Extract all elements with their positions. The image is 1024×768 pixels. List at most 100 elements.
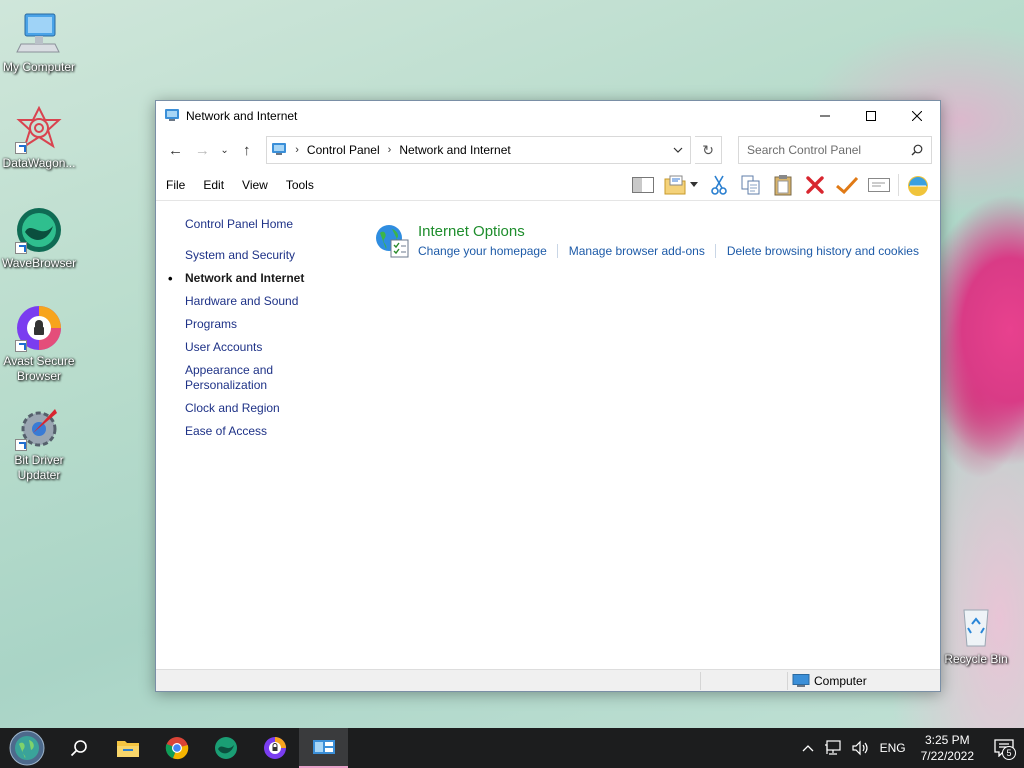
shortcut-arrow-icon [15,242,27,254]
status-divider [787,672,788,690]
status-location: Computer [792,673,867,688]
change-homepage-link[interactable]: Change your homepage [418,244,547,258]
show-hidden-icons-button[interactable] [797,744,819,752]
notifications-button[interactable]: 5 [984,728,1024,768]
taskbar: ENG 3:25 PM 7/22/2022 5 [0,728,1024,768]
menu-file[interactable]: File [166,178,185,192]
minimize-button[interactable] [802,101,848,131]
avast-secure-browser-icon [263,737,286,759]
title-bar[interactable]: Network and Internet [156,101,940,131]
cut-button[interactable] [703,171,735,199]
maximize-icon [866,111,876,121]
datawagon-icon [15,105,63,154]
properties-button[interactable] [831,171,863,199]
desktop-icon-label: Bit Driver Updater [14,453,64,482]
desktop-icon-avast[interactable]: Avast Secure Browser [0,304,78,384]
arrow-up-icon: ↑ [243,141,251,159]
taskbar-wavebrowser[interactable] [201,728,250,768]
network-tray-button[interactable] [819,740,847,756]
rename-button[interactable] [863,171,895,199]
shortcut-arrow-icon [15,142,27,154]
address-row: ← → ⌄ ↑ › Control Panel › Network and In… [156,131,940,169]
menu-tools[interactable]: Tools [286,178,314,192]
menu-edit[interactable]: Edit [203,178,224,192]
control-panel-window: Network and Internet ← → ⌄ ↑ › Control P… [155,100,941,692]
paste-button[interactable] [767,171,799,199]
volume-tray-button[interactable] [847,740,875,756]
back-button[interactable]: ← [164,138,187,162]
clock-time: 3:25 PM [924,733,970,747]
internet-options-icon[interactable] [374,223,410,259]
category-internet-options: Internet Options Change your homepage Ma… [374,223,940,259]
arrow-left-icon: ← [167,141,183,159]
close-icon [912,111,922,121]
maximize-button[interactable] [848,101,894,131]
close-button[interactable] [894,101,940,131]
nav-system-and-security[interactable]: System and Security [185,248,362,263]
delete-browsing-history-link[interactable]: Delete browsing history and cookies [714,244,919,258]
bit-driver-updater-icon [15,403,63,451]
nav-clock-and-region[interactable]: Clock and Region [185,401,362,416]
nav-programs[interactable]: Programs [185,317,362,332]
desktop-icon-my-computer[interactable]: My Computer [0,10,78,75]
desktop-icon-recycle-bin[interactable]: Recycle Bin [937,602,1015,667]
forward-button[interactable]: → [191,138,214,162]
menu-view[interactable]: View [242,178,268,192]
rename-icon [868,177,890,192]
caret-down-icon [690,182,698,187]
desktop-icon-label: WaveBrowser [1,256,77,270]
desktop-icon-label: My Computer [2,60,76,74]
nav-network-and-internet[interactable]: Network and Internet [168,271,362,286]
nav-control-panel-home[interactable]: Control Panel Home [185,217,362,231]
desktop-icon-datawagon[interactable]: DataWagon... [0,105,78,171]
taskbar-search-button[interactable] [54,728,103,768]
shortcut-arrow-icon [15,439,27,451]
recycle-bin-icon [952,602,1000,650]
delete-icon [806,175,824,194]
taskbar-control-panel[interactable] [299,728,348,768]
desktop-icon-label: DataWagon... [2,156,76,170]
up-button[interactable]: ↑ [235,138,258,162]
address-bar[interactable]: › Control Panel › Network and Internet [266,136,692,164]
folder-options-button[interactable] [659,171,703,199]
breadcrumb-network-and-internet[interactable]: Network and Internet [399,143,510,157]
menu-bar: File Edit View Tools [156,169,940,201]
nav-hardware-and-sound[interactable]: Hardware and Sound [185,294,362,309]
layout-pane-button[interactable] [627,171,659,199]
search-input[interactable] [747,143,911,157]
breadcrumb-control-panel[interactable]: Control Panel [307,143,380,157]
nav-user-accounts[interactable]: User Accounts [185,340,362,355]
desktop-icon-bit-driver-updater[interactable]: Bit Driver Updater [0,403,78,483]
address-dropdown-button[interactable] [666,137,690,163]
wavebrowser-icon [15,206,63,254]
main-pane: Internet Options Change your homepage Ma… [362,203,940,669]
toolbar-divider [898,173,899,196]
refresh-icon: ↻ [702,141,714,158]
clock[interactable]: 3:25 PM 7/22/2022 [911,732,984,764]
manage-browser-addons-link[interactable]: Manage browser add-ons [556,244,705,258]
taskbar-chrome[interactable] [152,728,201,768]
clock-date: 7/22/2022 [920,749,974,763]
taskbar-file-explorer[interactable] [103,728,152,768]
refresh-button[interactable]: ↻ [695,136,723,164]
taskbar-avast-secure-browser[interactable] [250,728,299,768]
nav-ease-of-access[interactable]: Ease of Access [185,424,362,439]
globe-shell-icon [908,175,928,196]
copy-button[interactable] [735,171,767,199]
internet-options-title[interactable]: Internet Options [418,223,919,241]
globe-shell-button[interactable] [902,171,934,199]
arrow-right-icon: → [194,141,210,159]
chevron-down-icon: ⌄ [220,144,229,156]
start-button[interactable] [0,728,54,768]
nav-appearance-and-personalization[interactable]: Appearance and Personalization [185,363,305,393]
recent-locations-button[interactable]: ⌄ [218,138,231,162]
computer-icon [792,673,810,687]
volume-icon [851,740,868,756]
desktop-icon-wavebrowser[interactable]: WaveBrowser [0,206,78,271]
search-box[interactable] [738,136,932,164]
search-icon[interactable] [911,144,923,156]
computer-icon [15,10,63,58]
delete-button[interactable] [799,171,831,199]
language-indicator[interactable]: ENG [875,741,911,755]
chevron-down-icon [673,147,683,153]
